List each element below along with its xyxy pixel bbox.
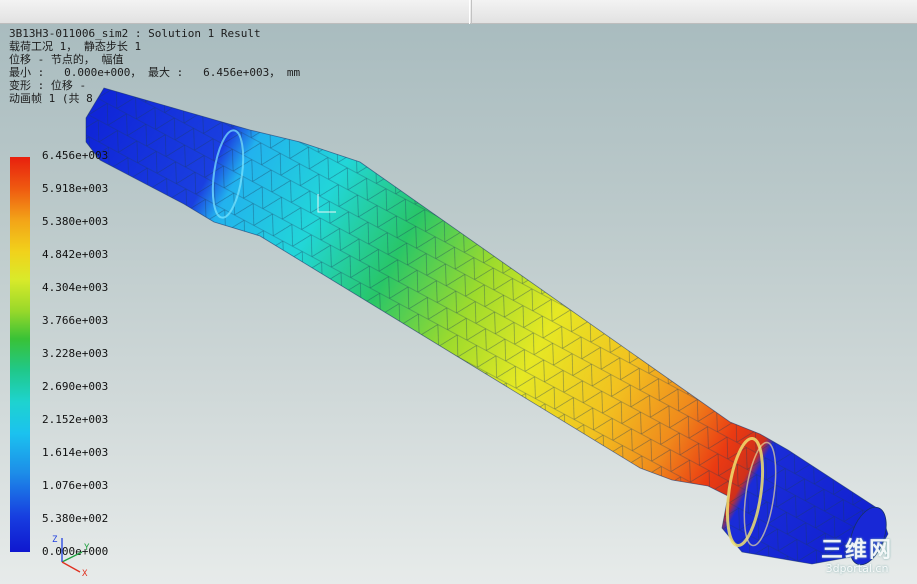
legend-tick-label: 1.076e+003 <box>42 479 109 492</box>
toolbar-separator <box>471 0 472 24</box>
result-type-text: 位移 - 节点的， 幅值 <box>9 53 124 66</box>
legend-tick-label: 1.614e+003 <box>42 446 109 459</box>
min-max-text: 最小 : 0.000e+000， 最大 : 6.456e+003， mm <box>9 66 301 79</box>
legend-tick-label: 3.766e+003 <box>42 314 109 327</box>
coordinate-triad-icon: Y Z X <box>52 535 90 578</box>
result-title: 3B13H3-011006_sim2 : Solution 1 Result <box>9 27 261 40</box>
legend-tick-label: 3.228e+003 <box>42 347 109 360</box>
toolbar-separator <box>469 0 470 24</box>
legend-tick-label: 4.842e+003 <box>42 248 109 261</box>
legend-tick-label: 5.380e+003 <box>42 215 109 228</box>
legend-tick-label: 5.380e+002 <box>42 512 109 525</box>
fem-shaft-model[interactable] <box>0 24 917 584</box>
color-scale-bar <box>10 157 30 552</box>
watermark-logo: 三维网 3dportal.cn <box>807 532 907 575</box>
triad-y-label: Y <box>84 543 90 553</box>
legend-tick-label: 4.304e+003 <box>42 281 109 294</box>
triad-x-label: X <box>82 569 88 578</box>
legend-tick-label: 2.152e+003 <box>42 413 109 426</box>
load-case-text: 载荷工况 1， 静态步长 1 <box>9 40 142 53</box>
legend-tick-label: 6.456e+003 <box>42 149 109 162</box>
animation-frame-text: 动画帧 1 (共 8 <box>9 92 93 105</box>
triad-z-label: Z <box>52 535 58 545</box>
deformation-text: 变形 : 位移 - <box>9 79 87 92</box>
watermark-main-text: 三维网 <box>820 538 893 563</box>
legend-tick-label: 5.918e+003 <box>42 182 109 195</box>
top-toolbar <box>0 0 917 24</box>
legend-tick-label: 2.690e+003 <box>42 380 109 393</box>
graphics-viewport[interactable]: 3B13H3-011006_sim2 : Solution 1 Result 载… <box>0 24 917 584</box>
